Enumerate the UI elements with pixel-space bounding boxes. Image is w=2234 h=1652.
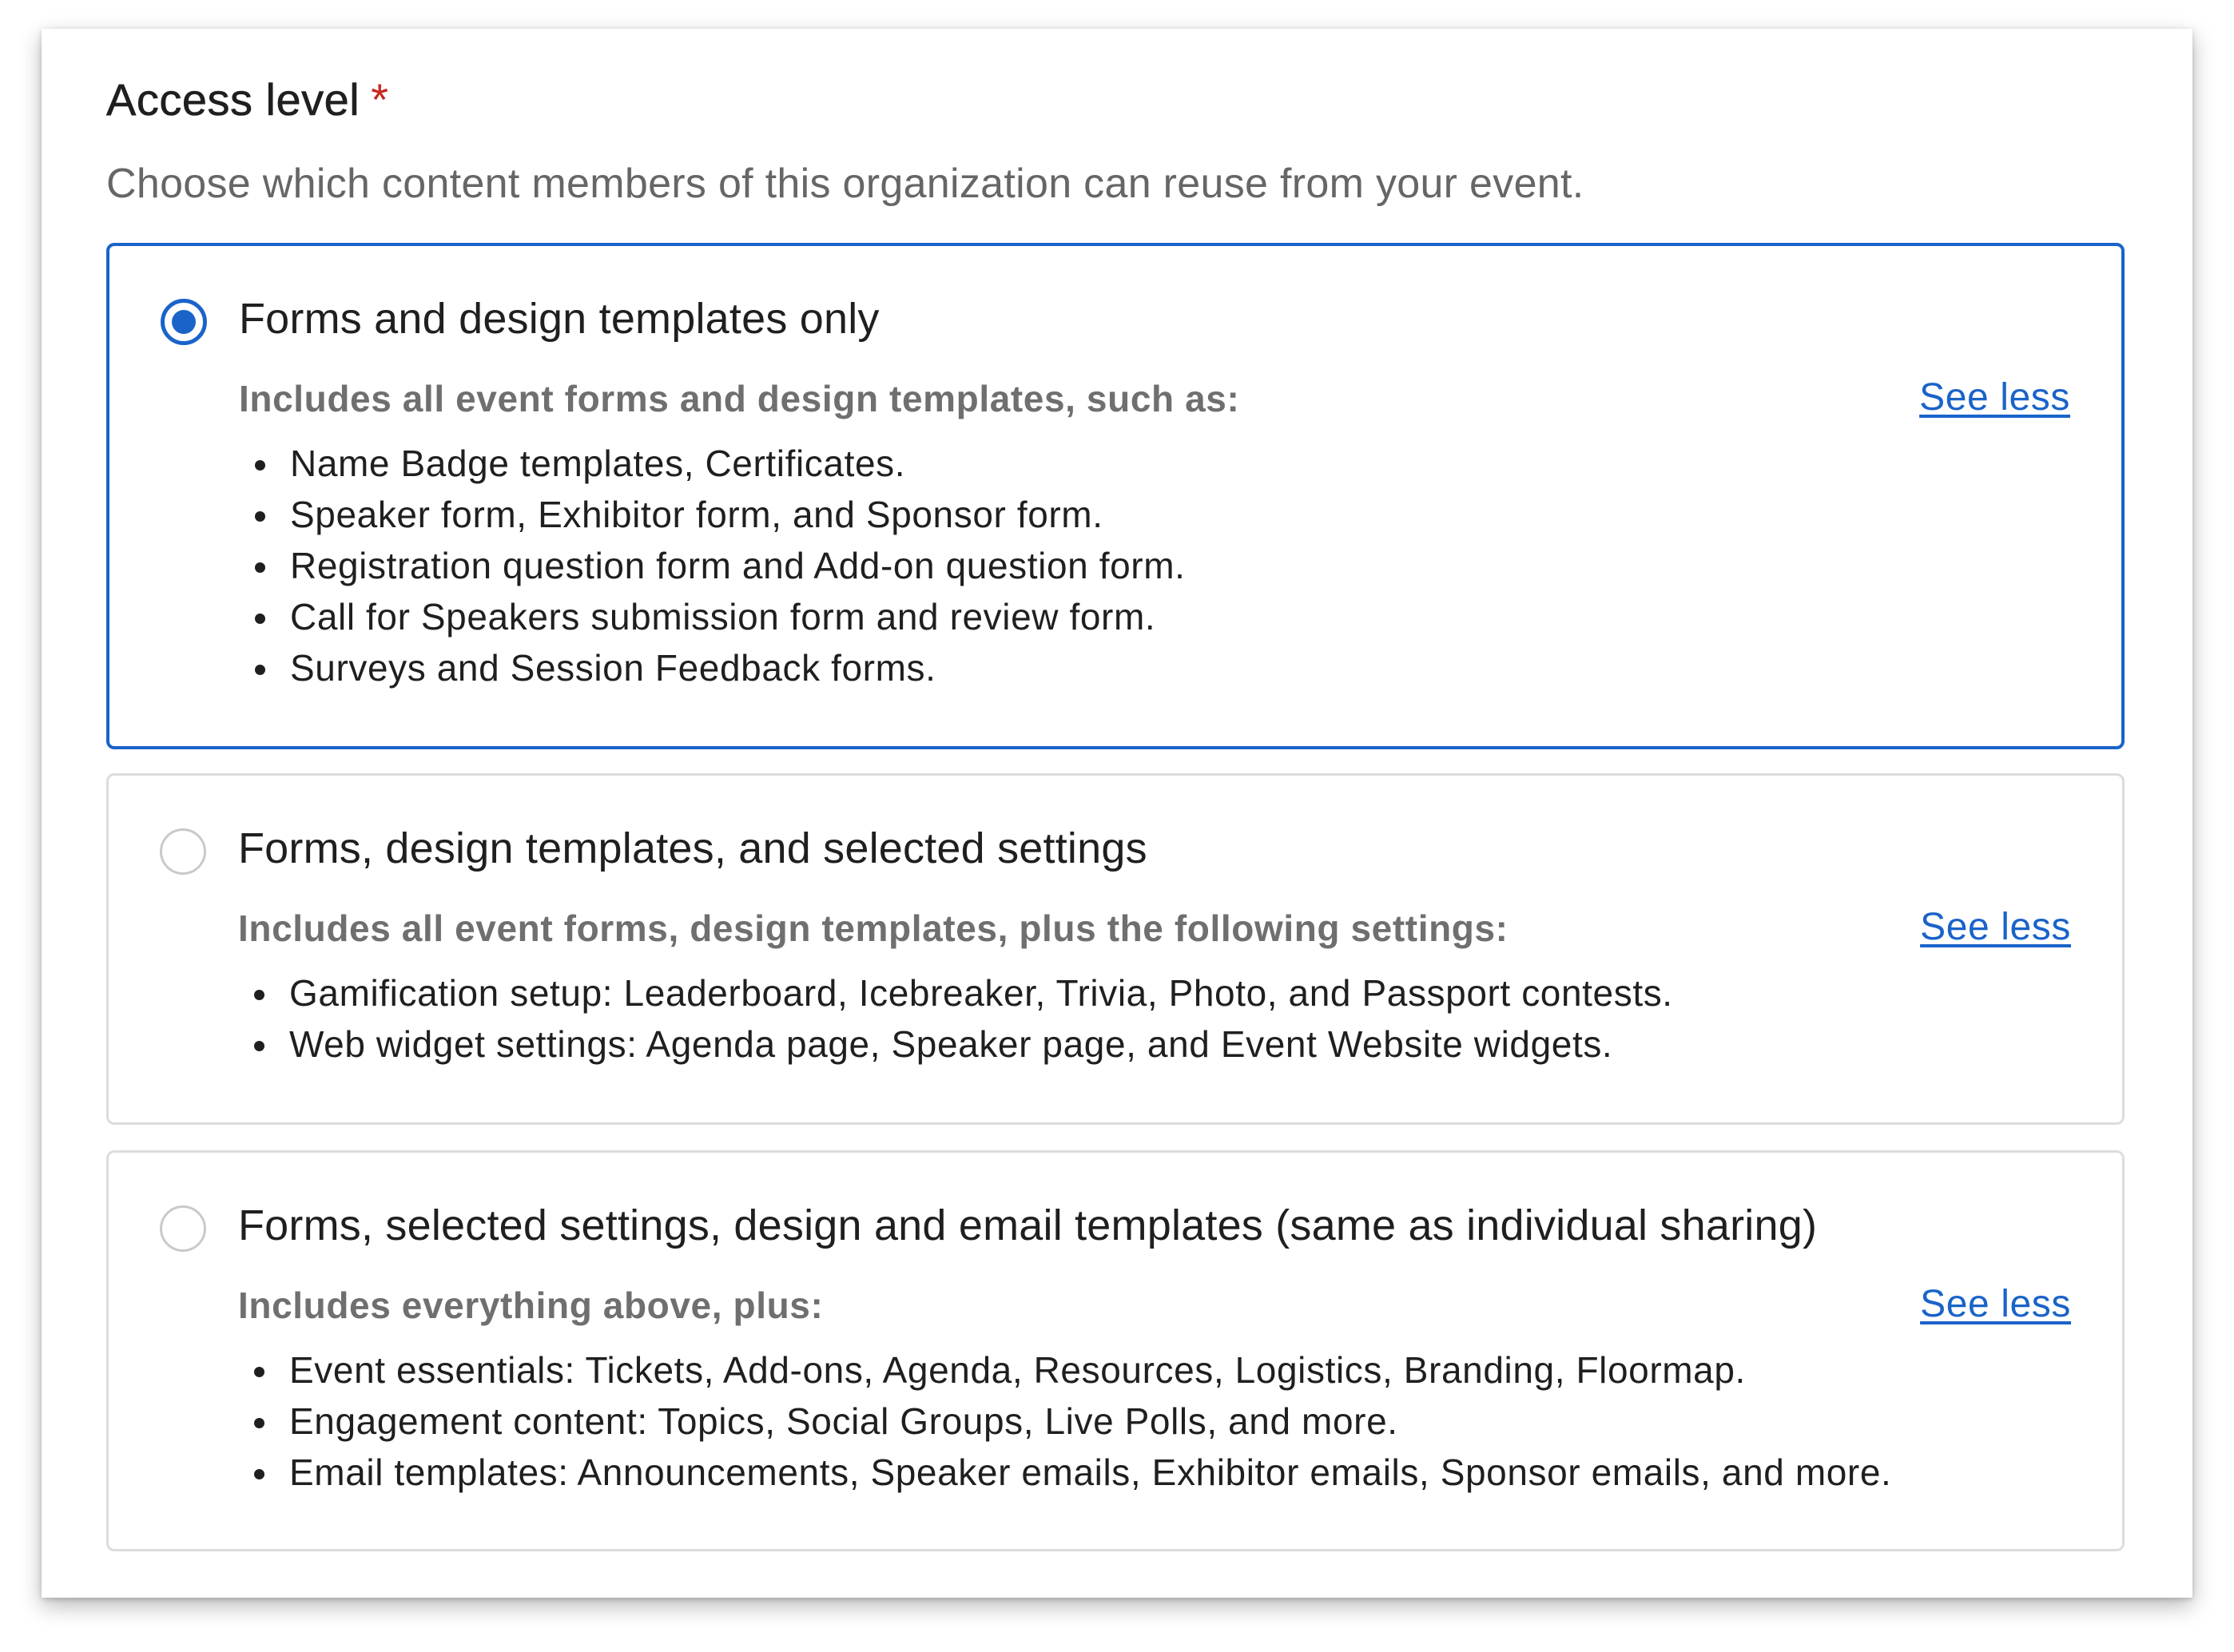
access-level-panel: Access level * Choose which content membe…	[42, 29, 2192, 1598]
list-item: Surveys and Session Feedback forms.	[239, 642, 1186, 693]
option-description: Includes everything above, plus:	[238, 1285, 824, 1326]
option-description: Includes all event forms, design templat…	[238, 907, 1509, 949]
option-items-list: Gamification setup: Leaderboard, Icebrea…	[238, 967, 1673, 1070]
list-item: Name Badge templates, Certificates.	[239, 438, 1186, 489]
see-less-link[interactable]: See less	[1920, 1282, 2071, 1326]
see-less-link[interactable]: See less	[1919, 375, 2070, 419]
radio-forms-design-settings[interactable]	[160, 828, 206, 875]
radio-all-content[interactable]	[160, 1205, 206, 1252]
option-title: Forms, selected settings, design and ema…	[238, 1201, 1818, 1249]
list-item: Gamification setup: Leaderboard, Icebrea…	[238, 967, 1673, 1019]
list-item: Web widget settings: Agenda page, Speake…	[238, 1019, 1673, 1070]
access-option-forms-design-settings[interactable]: Forms, design templates, and selected se…	[106, 773, 2125, 1125]
option-description: Includes all event forms and design temp…	[239, 378, 1240, 419]
list-item: Call for Speakers submission form and re…	[239, 591, 1186, 642]
required-marker: *	[371, 74, 389, 125]
option-items-list: Event essentials: Tickets, Add-ons, Agen…	[238, 1344, 1891, 1498]
list-item: Speaker form, Exhibitor form, and Sponso…	[239, 489, 1186, 540]
option-title: Forms and design templates only	[239, 295, 880, 343]
list-item: Email templates: Announcements, Speaker …	[238, 1447, 1891, 1498]
access-level-heading-text: Access level	[106, 74, 360, 125]
access-level-subtitle: Choose which content members of this org…	[106, 161, 1584, 207]
list-item: Registration question form and Add-on qu…	[239, 540, 1186, 591]
list-item: Engagement content: Topics, Social Group…	[238, 1396, 1891, 1447]
option-title: Forms, design templates, and selected se…	[238, 824, 1147, 872]
list-item: Event essentials: Tickets, Add-ons, Agen…	[238, 1344, 1891, 1396]
access-option-forms-design-only[interactable]: Forms and design templates only Includes…	[106, 243, 2125, 749]
access-level-heading: Access level *	[106, 73, 389, 125]
access-option-all-content[interactable]: Forms, selected settings, design and ema…	[106, 1150, 2125, 1551]
radio-forms-design-only[interactable]	[161, 299, 207, 345]
see-less-link[interactable]: See less	[1920, 905, 2071, 949]
option-items-list: Name Badge templates, Certificates. Spea…	[239, 438, 1186, 693]
